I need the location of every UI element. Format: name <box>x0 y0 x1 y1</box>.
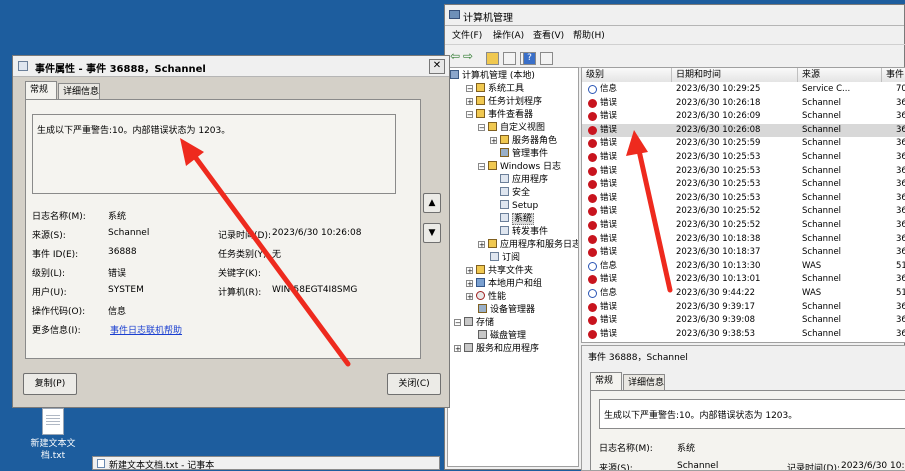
annotation-arrows <box>180 130 673 367</box>
arrow-annotation-left <box>180 138 351 367</box>
arrow-annotation-right <box>626 130 673 293</box>
